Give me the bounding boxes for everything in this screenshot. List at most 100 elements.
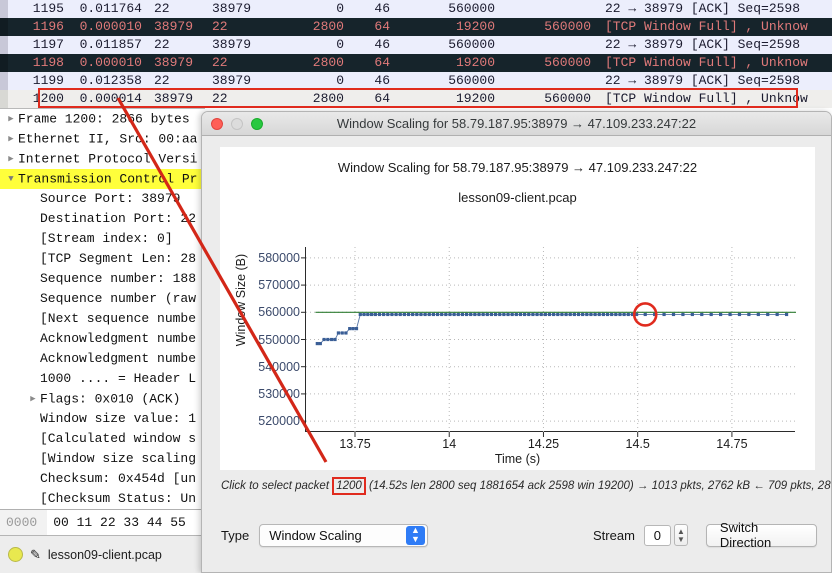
detail-tree-item[interactable]: [Next sequence numbe: [0, 309, 205, 329]
cell-no: 1197: [8, 36, 70, 54]
switch-direction-button[interactable]: Switch Direction: [706, 524, 817, 547]
detail-tree-item[interactable]: 1000 .... = Header L: [0, 369, 205, 389]
detail-tree-item-label: Flags: 0x010 (ACK): [40, 391, 180, 406]
stepper-arrows-icon[interactable]: ▲▼: [674, 524, 688, 546]
detail-tree-item-label: [TCP Segment Len: 28: [40, 251, 196, 266]
detail-tree-item[interactable]: Source Port: 38979: [0, 189, 205, 209]
detail-tree-item[interactable]: Sequence number: 188: [0, 269, 205, 289]
cell-info: 22 → 38979 [ACK] Seq=2598: [597, 36, 806, 54]
cell-destination: 22: [204, 18, 280, 36]
cell-time: 0.000010: [70, 18, 148, 36]
detail-tree-item[interactable]: ▼Transmission Control Pr: [0, 169, 205, 189]
detail-tree-item-label: Destination Port: 22: [40, 211, 196, 226]
type-select-value: Window Scaling: [269, 528, 362, 543]
packet-bytes-pane[interactable]: 000000 11 22 33 44 55: [0, 509, 205, 535]
capture-file-name: lesson09-client.pcap: [48, 548, 162, 562]
detail-tree-item[interactable]: ▶Internet Protocol Versi: [0, 149, 205, 169]
cell-source: 22: [148, 36, 204, 54]
chevron-right-icon[interactable]: ▶: [4, 129, 18, 149]
table-row[interactable]: 11970.011857223897904656000022 → 38979 […: [0, 36, 832, 54]
x-axis-tick-label: 13.75: [339, 437, 370, 451]
chart-controls-row-1: Type Window Scaling ▲▼ Stream 0 ▲▼ Switc…: [221, 520, 817, 550]
chevron-right-icon[interactable]: ▶: [4, 149, 18, 169]
cell-a: 46: [350, 0, 396, 18]
detail-tree-item-label: [Window size scaling: [40, 451, 196, 466]
detail-tree-item[interactable]: [Calculated window s: [0, 429, 205, 449]
detail-tree-item-label: [Next sequence numbe: [40, 311, 196, 326]
cell-no: 1196: [8, 18, 70, 36]
x-axis-tick-label: 14.5: [626, 437, 650, 451]
type-label: Type: [221, 528, 249, 543]
cell-length: 0: [280, 0, 350, 18]
table-row[interactable]: 11960.000010389792228006419200560000[TCP…: [0, 18, 832, 36]
chart-title: Window Scaling for 58.79.187.95:38979 → …: [220, 160, 815, 175]
chevron-right-icon[interactable]: ▶: [4, 109, 18, 129]
detail-tree-item-label: [Calculated window s: [40, 431, 196, 446]
cell-destination: 38979: [204, 36, 280, 54]
series-connector: [317, 314, 786, 343]
stream-stepper[interactable]: 0 ▲▼: [644, 524, 688, 546]
edit-comment-icon[interactable]: ✎: [30, 547, 41, 563]
chart-subtitle: lesson09-client.pcap: [220, 190, 815, 205]
row-gutter: [0, 72, 8, 90]
cell-source: 22: [148, 0, 204, 18]
cell-no: 1195: [8, 0, 70, 18]
x-axis-tick-label: 14.25: [528, 437, 559, 451]
detail-tree-item[interactable]: Destination Port: 22: [0, 209, 205, 229]
detail-tree-item-label: Internet Protocol Versi: [18, 151, 197, 166]
plot-area[interactable]: 5200005300005400005500005600005700005800…: [305, 247, 795, 432]
packet-1200-row-box: [38, 88, 798, 108]
detail-tree-item[interactable]: ▶Flags: 0x010 (ACK): [0, 389, 205, 409]
dialog-body: Window Scaling for 58.79.187.95:38979 → …: [202, 136, 832, 573]
detail-tree-item[interactable]: [Window size scaling: [0, 449, 205, 469]
detail-tree-item-label: Frame 1200: 2866 bytes: [18, 111, 190, 126]
row-gutter: [0, 36, 8, 54]
detail-tree-item[interactable]: Acknowledgment numbe: [0, 349, 205, 369]
dialog-titlebar[interactable]: Window Scaling for 58.79.187.95:38979 → …: [202, 112, 831, 136]
x-axis-tick-label: 14.75: [716, 437, 747, 451]
detail-tree-item[interactable]: Window size value: 1: [0, 409, 205, 429]
cell-a: 46: [350, 36, 396, 54]
cell-info: [TCP Window Full] , Unknow: [597, 54, 814, 72]
stream-input[interactable]: 0: [644, 525, 671, 546]
table-row[interactable]: 11950.011764223897904656000022 → 38979 […: [0, 0, 832, 18]
table-row[interactable]: 11980.000010389792228006419200560000[TCP…: [0, 54, 832, 72]
type-select[interactable]: Window Scaling ▲▼: [259, 524, 428, 547]
cell-calc-window: 560000: [501, 54, 597, 72]
y-axis-tick-label: 570000: [258, 278, 300, 292]
stream-label: Stream: [593, 528, 635, 543]
dialog-title: Window Scaling for 58.79.187.95:38979 → …: [202, 116, 831, 131]
detail-tree-item[interactable]: [Checksum Status: Un: [0, 489, 205, 509]
detail-tree-item-label: Transmission Control Pr: [18, 171, 197, 186]
cell-time: 0.011857: [70, 36, 148, 54]
cell-destination: 38979: [204, 0, 280, 18]
cell-a: 64: [350, 54, 396, 72]
cell-no: 1198: [8, 54, 70, 72]
plot-svg: [306, 247, 796, 432]
cell-window: 560000: [396, 0, 501, 18]
chart-canvas[interactable]: Window Scaling for 58.79.187.95:38979 → …: [220, 147, 815, 470]
row-gutter: [0, 18, 8, 36]
cell-source: 38979: [148, 54, 204, 72]
detail-tree-item[interactable]: ▶Ethernet II, Src: 00:aa: [0, 129, 205, 149]
chart-x-axis-label: Time (s): [220, 452, 815, 466]
y-axis-tick-label: 550000: [258, 333, 300, 347]
detail-tree-item-label: Window size value: 1: [40, 411, 196, 426]
cell-length: 2800: [280, 54, 350, 72]
detail-tree-item[interactable]: [Stream index: 0]: [0, 229, 205, 249]
detail-tree-item[interactable]: Checksum: 0x454d [un: [0, 469, 205, 489]
detail-tree-item[interactable]: [TCP Segment Len: 28: [0, 249, 205, 269]
detail-tree-item[interactable]: ▶Frame 1200: 2866 bytes: [0, 109, 205, 129]
cell-calc-window: [501, 36, 597, 54]
cell-info: [TCP Window Full] , Unknow: [597, 18, 814, 36]
window-scaling-dialog[interactable]: Window Scaling for 58.79.187.95:38979 → …: [201, 111, 832, 573]
detail-tree-item[interactable]: Sequence number (raw: [0, 289, 205, 309]
detail-tree-item[interactable]: Acknowledgment numbe: [0, 329, 205, 349]
detail-tree-item-label: Checksum: 0x454d [un: [40, 471, 196, 486]
chevron-right-icon[interactable]: ▶: [26, 389, 40, 409]
packet-details-tree[interactable]: ▶Frame 1200: 2866 bytes▶Ethernet II, Src…: [0, 108, 205, 509]
chevron-down-icon[interactable]: ▼: [4, 169, 18, 189]
detail-tree-item-label: Ethernet II, Src: 00:aa: [18, 131, 197, 146]
detail-tree-item-label: 1000 .... = Header L: [40, 371, 196, 386]
cell-destination: 22: [204, 54, 280, 72]
